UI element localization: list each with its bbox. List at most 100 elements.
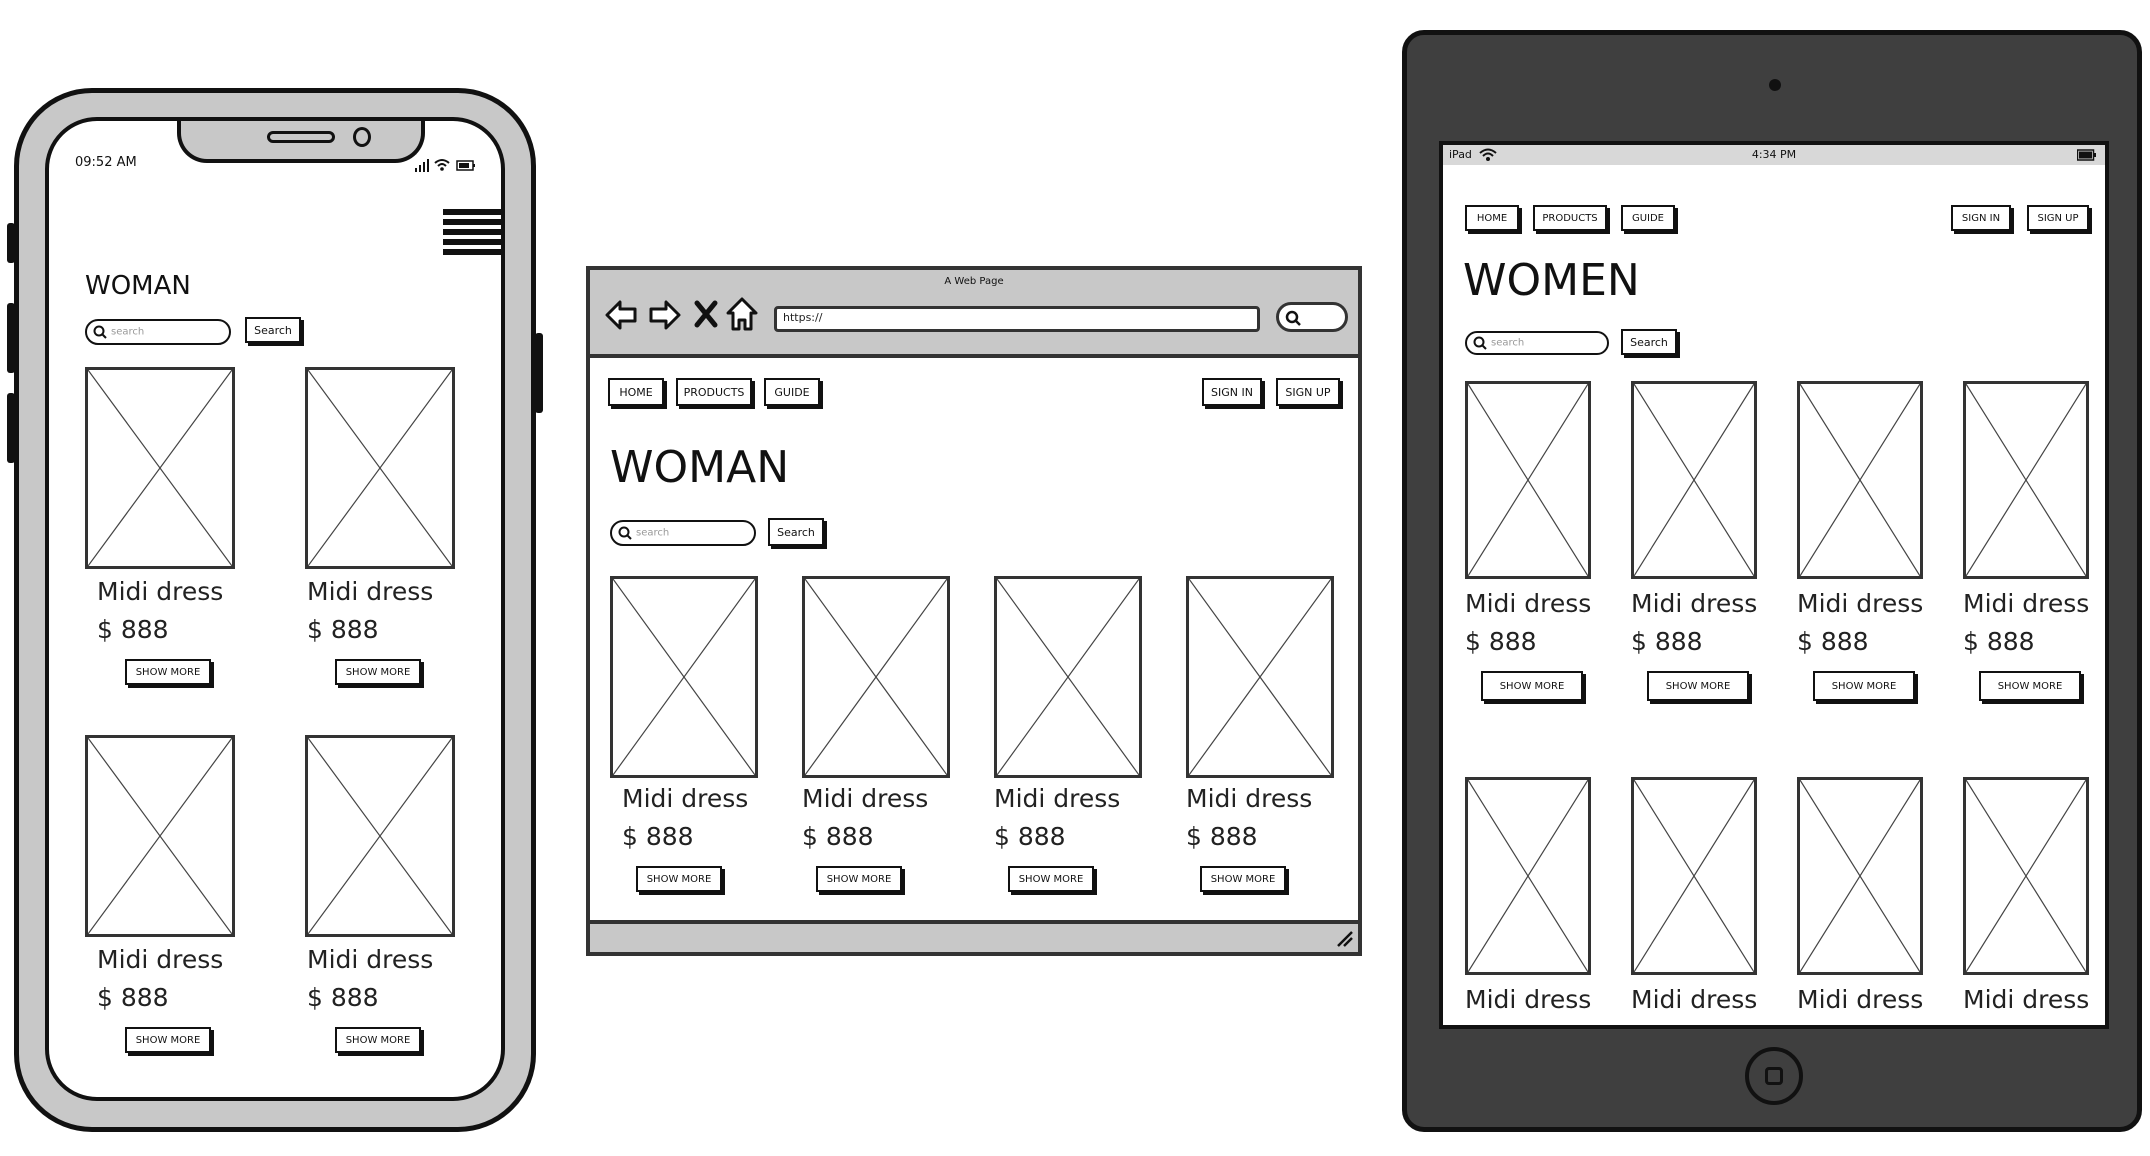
product-name: Midi dress [97,945,224,974]
nav-guide-button[interactable]: GUIDE [1621,205,1675,231]
front-camera-icon [1769,79,1781,91]
product-name: Midi dress [802,784,929,813]
phone-screen: 09:52 AM WOMAN search Search Midi dress … [45,117,505,1101]
search-icon [93,325,107,339]
phone-notch [177,121,425,163]
front-camera-icon [353,127,371,147]
product-image-placeholder [1963,381,2089,579]
product-name: Midi dress [1465,985,1592,1014]
search-button[interactable]: Search [768,518,824,546]
product-image-placeholder [802,576,950,778]
url-bar[interactable]: https:// [774,306,1260,332]
product-image-placeholder [1631,777,1757,975]
search-placeholder: search [1491,337,1525,349]
speaker-icon [267,131,335,143]
page-title: WOMAN [85,271,191,301]
product-price: $ 888 [1465,627,1537,656]
show-more-button[interactable]: SHOW MORE [1481,671,1583,701]
page-title: WOMEN [1463,255,1640,306]
product-image-placeholder [1186,576,1334,778]
product-image-placeholder [1465,777,1591,975]
product-name: Midi dress [1963,589,2090,618]
product-price: $ 888 [994,822,1066,851]
close-icon[interactable] [694,300,718,328]
show-more-button[interactable]: SHOW MORE [1200,866,1286,892]
nav-home-button[interactable]: HOME [608,378,664,406]
home-button-icon[interactable] [1745,1047,1803,1105]
status-icons [415,157,479,177]
hamburger-menu-icon[interactable] [443,209,501,255]
back-arrow-icon[interactable] [604,298,638,332]
show-more-button[interactable]: SHOW MORE [335,1027,421,1053]
search-input[interactable]: search [610,520,756,546]
show-more-button[interactable]: SHOW MORE [1813,671,1915,701]
show-more-button[interactable]: SHOW MORE [125,1027,211,1053]
browser-search-box[interactable] [1276,302,1348,332]
product-image-placeholder [1797,777,1923,975]
product-name: Midi dress [307,945,434,974]
product-image-placeholder [1797,381,1923,579]
product-price: $ 888 [1797,627,1869,656]
product-price: $ 888 [802,822,874,851]
product-image-placeholder [305,367,455,569]
product-name: Midi dress [1963,985,2090,1014]
sign-up-button[interactable]: SIGN UP [1276,378,1340,406]
product-image-placeholder [305,735,455,937]
browser-status-bar [590,920,1358,952]
nav-products-button[interactable]: PRODUCTS [676,378,752,406]
phone-mute-switch [7,223,15,263]
search-input[interactable]: search [1465,331,1609,355]
product-image-placeholder [1963,777,2089,975]
product-price: $ 888 [622,822,694,851]
search-input[interactable]: search [85,319,231,345]
show-more-button[interactable]: SHOW MORE [1979,671,2081,701]
status-bar: iPad 4:34 PM [1443,145,2105,165]
browser-window: A Web Page https:// HOME PRODUCTS GUIDE … [586,266,1362,956]
product-name: Midi dress [307,577,434,606]
resize-grip-icon[interactable] [1334,928,1354,948]
product-image-placeholder [610,576,758,778]
product-name: Midi dress [1631,589,1758,618]
product-price: $ 888 [97,615,169,644]
product-image-placeholder [1631,381,1757,579]
sign-up-button[interactable]: SIGN UP [2027,205,2089,231]
tablet-screen: iPad 4:34 PM HOME PRODUCTS GUIDE SIGN IN… [1439,141,2109,1029]
product-image-placeholder [85,735,235,937]
sign-in-button[interactable]: SIGN IN [1202,378,1262,406]
status-time: 4:34 PM [1751,148,1797,161]
phone-volume-up [7,303,15,373]
show-more-button[interactable]: SHOW MORE [335,659,421,685]
product-name: Midi dress [994,784,1121,813]
status-time: 09:52 AM [75,155,137,170]
window-title: A Web Page [944,276,1004,287]
sign-in-button[interactable]: SIGN IN [1951,205,2011,231]
search-icon [618,526,632,540]
product-price: $ 888 [1186,822,1258,851]
nav-products-button[interactable]: PRODUCTS [1533,205,1607,231]
nav-guide-button[interactable]: GUIDE [764,378,820,406]
show-more-button[interactable]: SHOW MORE [125,659,211,685]
search-button[interactable]: Search [1621,329,1677,355]
search-icon [1285,310,1301,326]
product-name: Midi dress [1186,784,1313,813]
search-placeholder: search [636,527,670,539]
forward-arrow-icon[interactable] [648,298,682,332]
search-placeholder: search [111,326,145,338]
product-name: Midi dress [1631,985,1758,1014]
page-title: WOMAN [610,442,790,493]
phone-mockup: 09:52 AM WOMAN search Search Midi dress … [7,88,543,1132]
nav-home-button[interactable]: HOME [1465,205,1519,231]
show-more-button[interactable]: SHOW MORE [816,866,902,892]
product-image-placeholder [994,576,1142,778]
show-more-button[interactable]: SHOW MORE [636,866,722,892]
search-icon [1473,336,1487,350]
product-price: $ 888 [307,983,379,1012]
phone-power-button [535,333,543,413]
product-name: Midi dress [622,784,749,813]
show-more-button[interactable]: SHOW MORE [1647,671,1749,701]
product-price: $ 888 [97,983,169,1012]
home-icon[interactable] [726,296,758,332]
show-more-button[interactable]: SHOW MORE [1008,866,1094,892]
search-button[interactable]: Search [245,317,301,343]
product-name: Midi dress [1797,589,1924,618]
